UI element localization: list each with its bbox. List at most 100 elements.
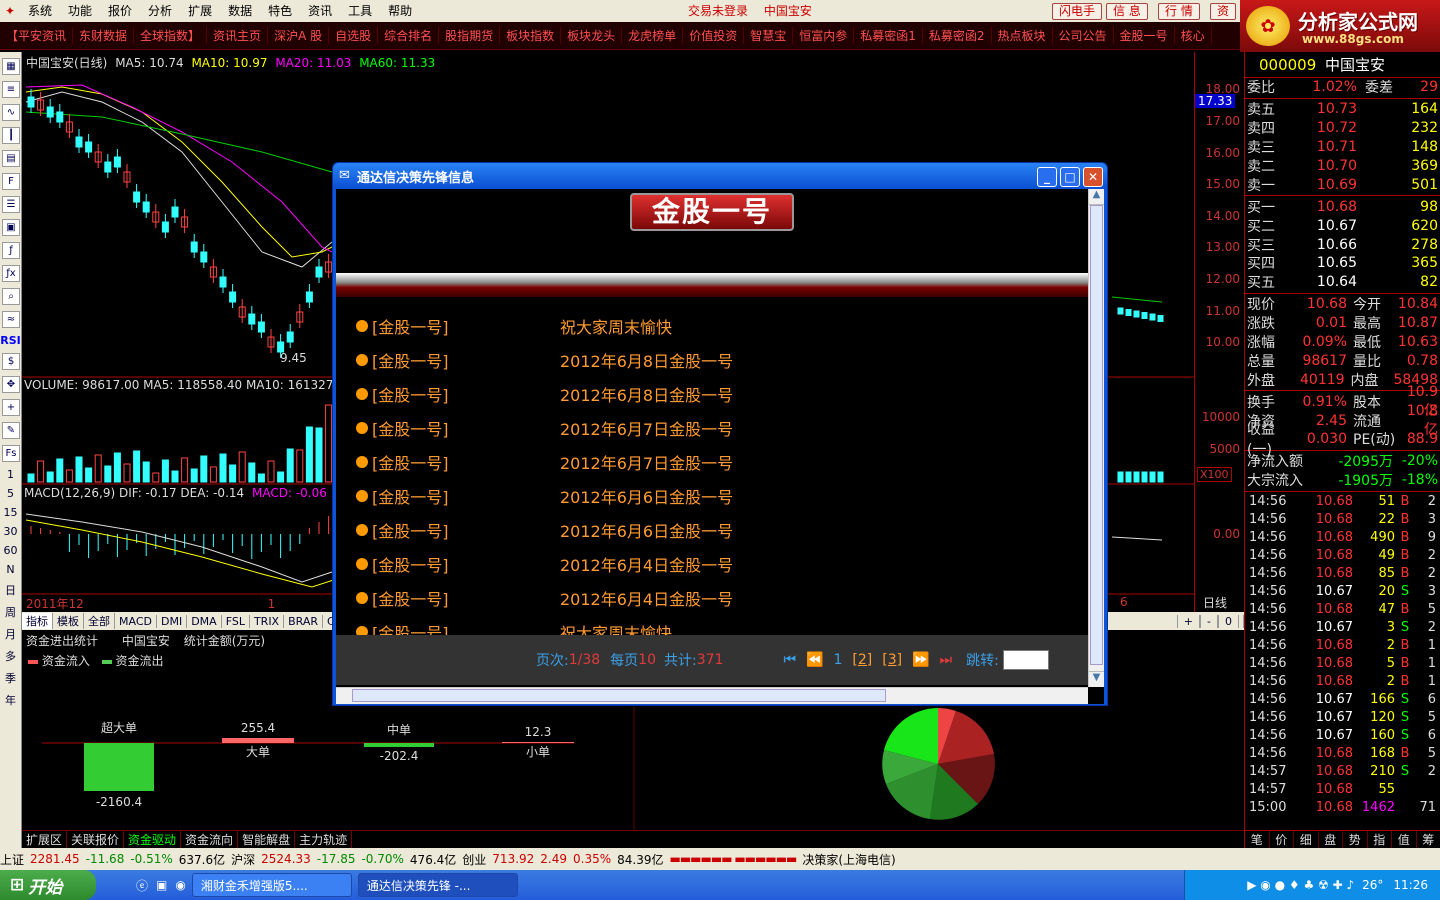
bottom-tab[interactable]: 主力轨迹 xyxy=(295,831,353,848)
period-multi[interactable]: 多 xyxy=(0,648,21,664)
news-title[interactable]: 2012年6月8日金股一号 xyxy=(560,382,733,406)
media-icon[interactable]: ◉ xyxy=(175,878,185,892)
zoom-icon[interactable]: ⌕ xyxy=(2,288,20,305)
quick-link[interactable]: 公司公告 xyxy=(1053,27,1114,44)
tab-indicator[interactable]: DMA xyxy=(187,614,222,628)
news-item[interactable]: [金股一号] 2012年6月7日金股一号 xyxy=(356,445,1076,479)
quick-link[interactable]: 股指期货 xyxy=(439,27,501,44)
bottom-tab[interactable]: 智能解盘 xyxy=(238,831,296,848)
bottom-tab[interactable]: 资金驱动 xyxy=(124,831,182,848)
info-button[interactable]: 信 息 xyxy=(1106,3,1148,20)
quick-link[interactable]: 自选股 xyxy=(329,27,379,44)
fs-icon[interactable]: Fs xyxy=(2,445,20,462)
tab-indicator[interactable]: DMI xyxy=(157,614,188,628)
app-logo-icon[interactable]: ✦ xyxy=(0,0,20,22)
quick-link[interactable]: 金股一号 xyxy=(1114,27,1175,44)
last-page-icon[interactable]: ⏭ xyxy=(940,652,953,668)
news-tag[interactable]: [金股一号] xyxy=(372,484,560,508)
tick-list[interactable]: 14:56 10.68 51 B 2 14:56 10.68 22 B 3 14:56 10.68 49… xyxy=(1245,493,1440,817)
news-tag[interactable]: [金股一号] xyxy=(372,416,560,440)
news-tag[interactable]: [金股一号] xyxy=(372,348,560,372)
money-icon[interactable]: $ xyxy=(2,353,20,370)
tick-row[interactable]: 14:56 10.68 49 B 2 xyxy=(1245,547,1440,565)
news-tag[interactable]: [金股一号] xyxy=(372,586,560,610)
period-week[interactable]: 周 xyxy=(0,604,21,620)
period-year[interactable]: 年 xyxy=(0,692,21,708)
bid-row[interactable]: 买五 10.64 82 xyxy=(1245,273,1440,292)
clock[interactable]: 11:26 xyxy=(1393,878,1428,892)
news-item[interactable]: [金股一号] 2012年6月8日金股一号 xyxy=(356,343,1076,377)
menu-system[interactable]: 系统 xyxy=(20,0,60,22)
f10-icon[interactable]: F xyxy=(2,173,20,190)
quick-link[interactable]: 私募密函1 xyxy=(854,27,923,44)
news-title[interactable]: 2012年6月7日金股一号 xyxy=(560,416,733,440)
quick-link[interactable]: 深沪A 股 xyxy=(268,27,330,44)
sh-index-label[interactable]: 上证 xyxy=(0,851,24,868)
quote-tab[interactable]: 盘 xyxy=(1319,831,1343,848)
page-link-1[interactable]: 1 xyxy=(834,652,843,668)
page-link-2[interactable]: [2] xyxy=(852,652,872,668)
cy-index-label[interactable]: 创业 xyxy=(462,851,486,868)
quick-link[interactable]: 资讯主页 xyxy=(207,27,269,44)
news-title[interactable]: 2012年6月4日金股一号 xyxy=(560,586,733,610)
ask-row[interactable]: 卖五 10.73 164 xyxy=(1245,100,1440,119)
line-chart-icon[interactable]: ∿ xyxy=(2,104,20,121)
tick-row[interactable]: 14:56 10.68 47 B 5 xyxy=(1245,601,1440,619)
tab-indicator[interactable]: BRAR xyxy=(284,614,324,628)
bottom-tab[interactable]: 关联报价 xyxy=(67,831,125,848)
minimize-button[interactable]: _ xyxy=(1037,167,1057,187)
quick-link[interactable]: 全球指数】 xyxy=(134,27,208,44)
news-tag[interactable]: [金股一号] xyxy=(372,552,560,576)
news-item[interactable]: [金股一号] 2012年6月6日金股一号 xyxy=(356,513,1076,547)
task-button-xiangcai[interactable]: 湘财金禾增强版5.... xyxy=(191,873,352,897)
quick-link[interactable]: 热点板块 xyxy=(992,27,1053,44)
tick-row[interactable]: 14:57 10.68 210 S 2 xyxy=(1245,763,1440,781)
menu-analysis[interactable]: 分析 xyxy=(140,0,180,22)
tab-indicator[interactable]: 全部 xyxy=(84,613,115,629)
menu-info[interactable]: 资讯 xyxy=(300,0,340,22)
period-day[interactable]: 日 xyxy=(0,582,21,598)
period-quarter[interactable]: 季 xyxy=(0,670,21,686)
report-icon[interactable]: ▤ xyxy=(2,150,20,167)
quick-link[interactable]: 东财数据 xyxy=(73,27,135,44)
quick-link[interactable]: 智慧宝 xyxy=(744,27,794,44)
horizontal-scrollbar[interactable] xyxy=(336,687,1088,704)
tab-indicator[interactable]: TRIX xyxy=(250,614,285,628)
tick-row[interactable]: 14:57 10.68 55 xyxy=(1245,781,1440,799)
start-button[interactable]: ⊞ 开始 xyxy=(0,870,96,900)
menu-feature[interactable]: 特色 xyxy=(260,0,300,22)
tab-indicator[interactable]: FSL xyxy=(222,614,250,628)
trade-login-status[interactable]: 交易未登录 xyxy=(688,4,748,18)
pen-icon[interactable]: ✎ xyxy=(2,422,20,439)
tick-row[interactable]: 14:56 10.68 22 B 3 xyxy=(1245,511,1440,529)
quote-tab[interactable]: 值 xyxy=(1392,831,1417,848)
menu-tools[interactable]: 工具 xyxy=(340,0,380,22)
news-tag[interactable]: [金股一号] xyxy=(372,382,560,406)
scroll-thumb[interactable] xyxy=(1090,205,1103,665)
news-item[interactable]: [金股一号] 2012年6月8日金股一号 xyxy=(356,377,1076,411)
quick-link[interactable]: 恒富内参 xyxy=(793,27,855,44)
rsi-tool[interactable]: RSI xyxy=(0,334,21,347)
tick-row[interactable]: 14:56 10.68 490 B 9 xyxy=(1245,529,1440,547)
assets-button[interactable]: 资 xyxy=(1210,3,1237,20)
tick-row[interactable]: 14:56 10.67 3 S 2 xyxy=(1245,619,1440,637)
page-link-3[interactable]: [3] xyxy=(882,652,902,668)
tick-row[interactable]: 14:56 10.67 166 S 6 xyxy=(1245,691,1440,709)
quick-link[interactable]: 板块龙头 xyxy=(561,27,623,44)
tick-row[interactable]: 14:56 10.68 5 B 1 xyxy=(1245,655,1440,673)
vertical-scrollbar[interactable]: ▲ ▼ xyxy=(1088,189,1104,687)
hscroll-thumb[interactable] xyxy=(352,689,886,702)
menu-quote[interactable]: 报价 xyxy=(100,0,140,22)
tick-row[interactable]: 14:56 10.68 51 B 2 xyxy=(1245,493,1440,511)
ask-row[interactable]: 卖一 10.69 501 xyxy=(1245,175,1440,194)
quick-link[interactable]: 【平安资讯 xyxy=(0,27,74,44)
quote-tab[interactable]: 笔 xyxy=(1245,831,1270,848)
candle-icon[interactable]: ┃ xyxy=(2,127,20,144)
maximize-button[interactable]: □ xyxy=(1060,167,1080,187)
period-30min[interactable]: 30 xyxy=(0,525,21,538)
period-5min[interactable]: 5 xyxy=(0,487,21,500)
tick-row[interactable]: 15:00 10.68 1462 71 xyxy=(1245,799,1440,817)
indicator-icon[interactable]: ≈ xyxy=(2,311,20,328)
quote-tab[interactable]: 势 xyxy=(1343,831,1368,848)
tab-indicator[interactable]: 模板 xyxy=(53,613,84,629)
